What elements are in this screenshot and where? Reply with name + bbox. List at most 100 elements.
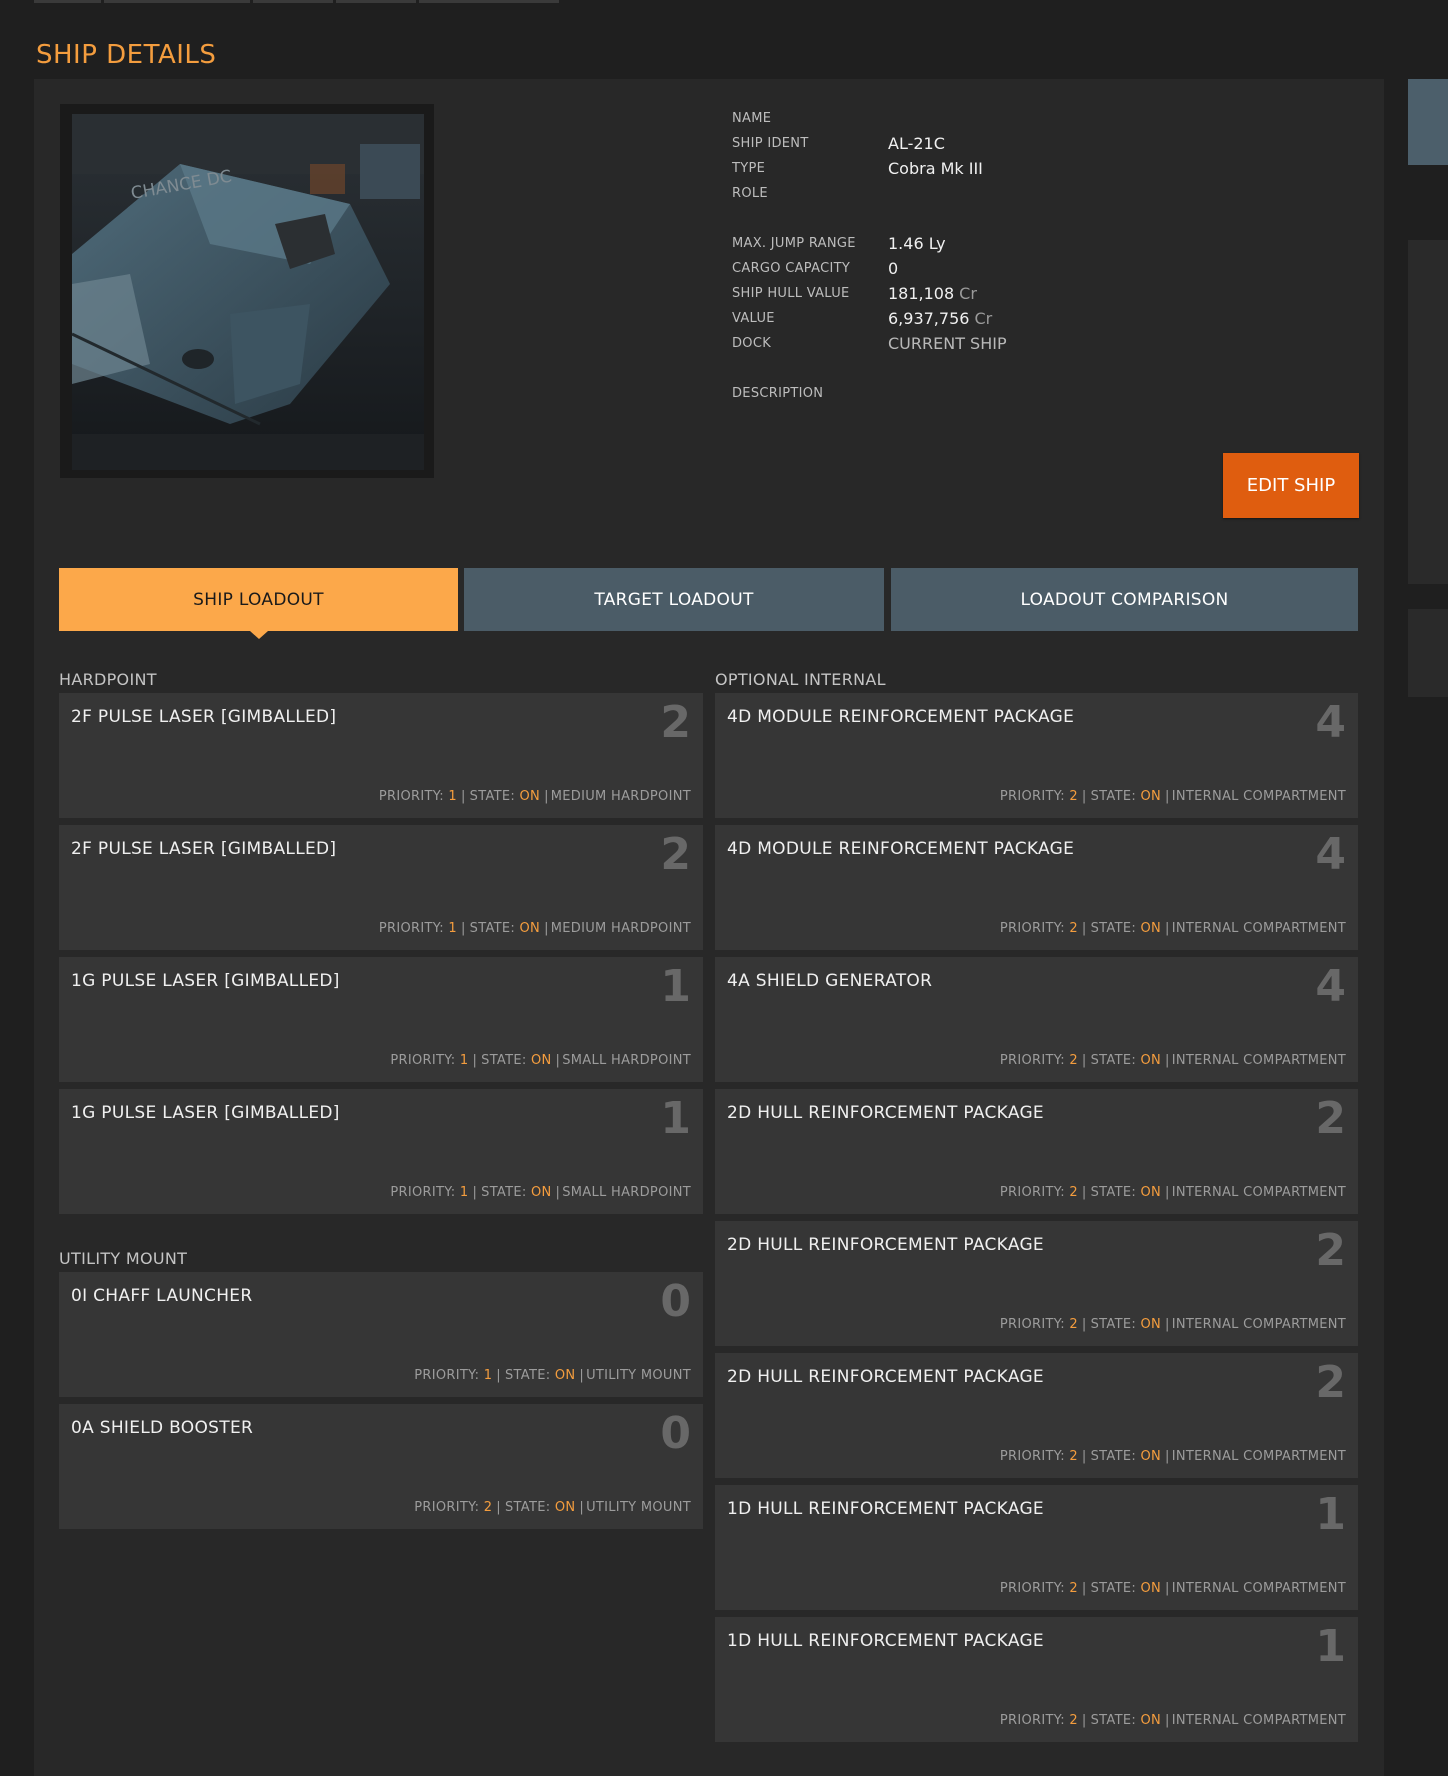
top-tab[interactable] bbox=[336, 0, 416, 3]
priority-value: 2 bbox=[1069, 921, 1078, 936]
module-size: 1 bbox=[1315, 1489, 1346, 1540]
module-card[interactable]: 4A SHIELD GENERATOR 4 PRIORITY: 2 | STATE: O… bbox=[715, 957, 1358, 1082]
module-card[interactable]: 2D HULL REINFORCEMENT PACKAGE 2 PRIORITY: … bbox=[715, 1221, 1358, 1346]
right-rail bbox=[1408, 0, 1448, 1776]
state-label: STATE: bbox=[504, 1368, 551, 1383]
module-name: 2D HULL REINFORCEMENT PACKAGE bbox=[727, 1367, 1044, 1387]
edit-ship-button[interactable]: EDIT SHIP bbox=[1223, 453, 1359, 518]
detail-label: VALUE bbox=[732, 311, 775, 326]
state-value: ON bbox=[530, 1053, 552, 1068]
separator: | bbox=[544, 789, 549, 804]
module-card[interactable]: 4D MODULE REINFORCEMENT PACKAGE 4 PRIORITY… bbox=[715, 825, 1358, 950]
priority-label: PRIORITY: bbox=[999, 789, 1065, 804]
state-label: STATE: bbox=[1090, 921, 1137, 936]
separator: | bbox=[1081, 1581, 1087, 1596]
priority-label: PRIORITY: bbox=[999, 1449, 1065, 1464]
state-value: ON bbox=[1140, 921, 1162, 936]
module-card[interactable]: 4D MODULE REINFORCEMENT PACKAGE 4 PRIORITY… bbox=[715, 693, 1358, 818]
top-tab[interactable] bbox=[104, 0, 250, 3]
state-value: ON bbox=[519, 789, 541, 804]
utility-module-list: 0I CHAFF LAUNCHER 0 PRIORITY: 1 | STATE: ON |… bbox=[59, 1272, 703, 1529]
top-tab[interactable] bbox=[34, 0, 101, 3]
module-name: 1D HULL REINFORCEMENT PACKAGE bbox=[727, 1499, 1044, 1519]
slot-type: SMALL HARDPOINT bbox=[562, 1053, 691, 1068]
state-value: ON bbox=[1140, 1185, 1162, 1200]
separator: | bbox=[1081, 789, 1087, 804]
utility-section-title: UTILITY MOUNT bbox=[59, 1249, 188, 1268]
detail-row-dock: DOCK CURRENT SHIP bbox=[732, 331, 1332, 356]
slot-type: UTILITY MOUNT bbox=[586, 1368, 691, 1383]
module-size: 0 bbox=[660, 1276, 691, 1327]
detail-label: SHIP HULL VALUE bbox=[732, 286, 850, 301]
detail-value: 0 bbox=[888, 259, 899, 278]
state-label: STATE: bbox=[1090, 1581, 1137, 1596]
slot-type: INTERNAL COMPARTMENT bbox=[1171, 789, 1346, 804]
state-label: STATE: bbox=[1090, 1053, 1137, 1068]
hardpoint-module-list: 2F PULSE LASER [GIMBALLED] 2 PRIORITY: 1 | S… bbox=[59, 693, 703, 1214]
separator: | bbox=[496, 1368, 501, 1383]
module-name: 4A SHIELD GENERATOR bbox=[727, 971, 933, 991]
module-size: 1 bbox=[660, 1093, 691, 1144]
separator: | bbox=[1165, 1581, 1170, 1596]
tab-target-loadout[interactable]: TARGET LOADOUT bbox=[464, 568, 884, 631]
slot-type: INTERNAL COMPARTMENT bbox=[1171, 1053, 1346, 1068]
detail-row-cargo: CARGO CAPACITY 0 bbox=[732, 256, 1332, 281]
detail-label: NAME bbox=[732, 111, 772, 126]
module-size: 2 bbox=[1315, 1225, 1346, 1276]
module-name: 2D HULL REINFORCEMENT PACKAGE bbox=[727, 1103, 1044, 1123]
detail-label: ROLE bbox=[732, 186, 768, 201]
module-card[interactable]: 1G PULSE LASER [GIMBALLED] 1 PRIORITY: 1 | S… bbox=[59, 1089, 703, 1214]
state-value: ON bbox=[1140, 789, 1162, 804]
module-card[interactable]: 1D HULL REINFORCEMENT PACKAGE 1 PRIORITY: … bbox=[715, 1485, 1358, 1610]
module-card[interactable]: 2D HULL REINFORCEMENT PACKAGE 2 PRIORITY: … bbox=[715, 1089, 1358, 1214]
detail-unit: Cr bbox=[974, 309, 993, 328]
optional-section-title: OPTIONAL INTERNAL bbox=[715, 670, 886, 689]
state-value: ON bbox=[1140, 1449, 1162, 1464]
separator: | bbox=[579, 1368, 585, 1383]
module-meta: PRIORITY: 2 | STATE: ON | INTERNAL COMPARTME… bbox=[1000, 1053, 1346, 1068]
top-tab[interactable] bbox=[253, 0, 333, 3]
module-size: 4 bbox=[1315, 961, 1346, 1012]
separator: | bbox=[1165, 1713, 1170, 1728]
priority-value: 1 bbox=[459, 1053, 469, 1068]
detail-value: Cobra Mk III bbox=[888, 159, 983, 178]
priority-value: 2 bbox=[483, 1500, 493, 1515]
separator: | bbox=[1081, 1449, 1087, 1464]
module-card[interactable]: 0I CHAFF LAUNCHER 0 PRIORITY: 1 | STATE: ON |… bbox=[59, 1272, 703, 1397]
detail-row-name: NAME bbox=[732, 106, 1332, 131]
detail-row-hull-value: SHIP HULL VALUE 181,108 Cr bbox=[732, 281, 1332, 306]
separator: | bbox=[1165, 1053, 1170, 1068]
hardpoint-section-title: HARDPOINT bbox=[59, 670, 157, 689]
priority-label: PRIORITY: bbox=[414, 1368, 480, 1383]
separator: | bbox=[555, 1053, 561, 1068]
tab-loadout-comparison[interactable]: LOADOUT COMPARISON bbox=[891, 568, 1358, 631]
module-card[interactable]: 2D HULL REINFORCEMENT PACKAGE 2 PRIORITY: … bbox=[715, 1353, 1358, 1478]
module-card[interactable]: 1D HULL REINFORCEMENT PACKAGE 1 PRIORITY: … bbox=[715, 1617, 1358, 1742]
priority-value: 2 bbox=[1069, 1713, 1078, 1728]
module-card[interactable]: 2F PULSE LASER [GIMBALLED] 2 PRIORITY: 1 | S… bbox=[59, 693, 703, 818]
priority-label: PRIORITY: bbox=[999, 1185, 1065, 1200]
module-size: 2 bbox=[1315, 1093, 1346, 1144]
module-name: 0A SHIELD BOOSTER bbox=[71, 1418, 254, 1438]
rail-button[interactable] bbox=[1408, 79, 1448, 165]
module-card[interactable]: 1G PULSE LASER [GIMBALLED] 1 PRIORITY: 1 | S… bbox=[59, 957, 703, 1082]
slot-type: INTERNAL COMPARTMENT bbox=[1171, 1713, 1346, 1728]
tab-ship-loadout[interactable]: SHIP LOADOUT bbox=[59, 568, 458, 639]
module-size: 0 bbox=[660, 1408, 691, 1459]
top-tab[interactable] bbox=[419, 0, 559, 3]
module-size: 2 bbox=[660, 697, 691, 748]
detail-value: 1.46 Ly bbox=[888, 234, 946, 253]
ship-details-panel: CHANCE DC NAME SHIP IDENT AL-21C TYPE Co… bbox=[34, 79, 1384, 1776]
module-name: 4D MODULE REINFORCEMENT PACKAGE bbox=[727, 707, 1075, 727]
rail-panel bbox=[1408, 609, 1448, 697]
detail-row-description: DESCRIPTION bbox=[732, 381, 1332, 406]
module-card[interactable]: 0A SHIELD BOOSTER 0 PRIORITY: 2 | STATE: ON |… bbox=[59, 1404, 703, 1529]
state-label: STATE: bbox=[1090, 1713, 1137, 1728]
detail-label: DOCK bbox=[732, 336, 772, 351]
top-tab-strip bbox=[34, 0, 559, 3]
module-card[interactable]: 2F PULSE LASER [GIMBALLED] 2 PRIORITY: 1 | S… bbox=[59, 825, 703, 950]
separator: | bbox=[1165, 789, 1170, 804]
slot-type: INTERNAL COMPARTMENT bbox=[1171, 1317, 1346, 1332]
priority-label: PRIORITY: bbox=[414, 1500, 480, 1515]
module-name: 2D HULL REINFORCEMENT PACKAGE bbox=[727, 1235, 1044, 1255]
